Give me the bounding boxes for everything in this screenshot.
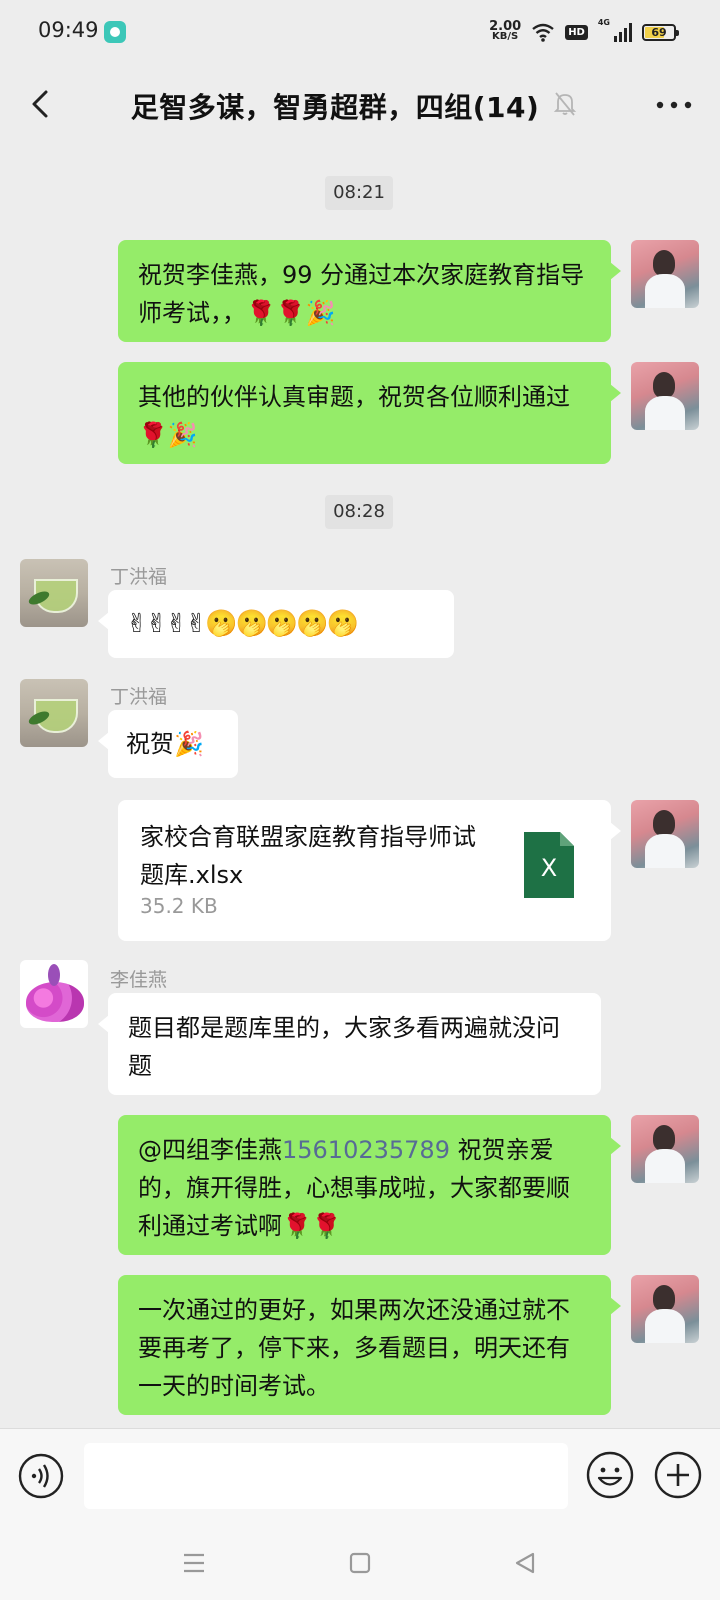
wifi-icon	[532, 23, 554, 42]
avatar[interactable]	[20, 960, 88, 1028]
app-notification-icon	[104, 21, 126, 43]
input-bar	[0, 1428, 720, 1526]
battery-level: 69	[651, 25, 667, 39]
back-nav-icon[interactable]	[508, 1546, 542, 1580]
message-bubble[interactable]: @四组李佳燕15610235789 祝贺亲爱的，旗开得胜，心想事成啦，大家都要顺…	[118, 1115, 621, 1255]
avatar[interactable]	[20, 679, 88, 747]
message-bubble[interactable]: 一次通过的更好，如果两次还没通过就不要再考了，停下来，多看题目，明天还有一天的时…	[118, 1275, 621, 1415]
timestamp: 08:28	[325, 495, 393, 529]
signal-icon	[614, 22, 632, 42]
status-indicators: 2.00 KB/S HD 4G 69	[489, 18, 679, 46]
message-bubble[interactable]: ✌✌✌✌🫢🫢🫢🫢🫢	[98, 590, 454, 658]
avatar[interactable]	[631, 1275, 699, 1343]
avatar[interactable]	[631, 1115, 699, 1183]
avatar[interactable]	[631, 800, 699, 868]
status-bar: 09:49 2.00 KB/S HD 4G 69	[0, 0, 720, 64]
status-time: 09:49	[38, 18, 99, 42]
network-type: 4G	[597, 18, 610, 27]
chat-title: 足智多谋，智勇超群，四组(14)	[130, 91, 540, 124]
emoji-icon[interactable]	[586, 1451, 634, 1499]
network-speed-unit: KB/S	[492, 31, 519, 42]
message-input[interactable]	[84, 1443, 568, 1509]
file-name: 家校合育联盟家庭教育指导师试题库.xlsx	[140, 823, 476, 889]
avatar[interactable]	[631, 240, 699, 308]
sender-name: 丁洪福	[110, 686, 168, 708]
mute-bell-icon	[553, 92, 577, 116]
mention[interactable]: @四组李佳燕	[138, 1136, 282, 1164]
chat-header: 足智多谋，智勇超群，四组(14)	[0, 64, 720, 144]
message-bubble[interactable]: 其他的伙伴认真审题，祝贺各位顺利通过🌹🎉	[118, 362, 621, 464]
more-icon[interactable]	[654, 90, 694, 120]
message-bubble[interactable]: 题目都是题库里的，大家多看两遍就没问题	[98, 993, 601, 1095]
menu-icon[interactable]	[177, 1546, 211, 1580]
avatar[interactable]	[631, 362, 699, 430]
message-bubble[interactable]: 祝贺李佳燕，99 分通过本次家庭教育指导师考试，，🌹🌹🎉	[118, 240, 621, 342]
system-navigation-bar	[0, 1526, 720, 1600]
plus-icon[interactable]	[654, 1451, 702, 1499]
file-message[interactable]: 家校合育联盟家庭教育指导师试题库.xlsx 35.2 KB X	[118, 800, 621, 941]
hd-badge: HD	[565, 24, 588, 40]
timestamp: 08:21	[325, 176, 393, 210]
network-speed: 2.00 KB/S	[489, 20, 521, 42]
sender-name: 丁洪福	[110, 566, 168, 588]
message-bubble[interactable]: 祝贺🎉	[98, 710, 238, 778]
sender-name: 李佳燕	[110, 969, 168, 991]
voice-icon[interactable]	[18, 1453, 64, 1499]
file-size: 35.2 KB	[140, 894, 218, 918]
phone-number-link[interactable]: 15610235789	[282, 1136, 450, 1164]
battery-icon: 69	[642, 23, 679, 41]
avatar[interactable]	[20, 559, 88, 627]
home-icon[interactable]	[343, 1546, 377, 1580]
excel-file-icon-letter: X	[540, 854, 558, 882]
